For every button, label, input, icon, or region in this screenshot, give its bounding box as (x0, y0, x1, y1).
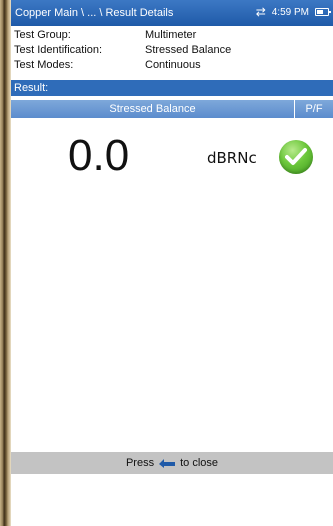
measurement-value: 0.0 (68, 131, 130, 180)
back-arrow-icon (158, 458, 176, 468)
breadcrumb-title[interactable]: Copper Main \ ... \ Result Details (15, 7, 173, 19)
test-info: Test Group: Multimeter Test Identificati… (11, 28, 333, 73)
result-table-header: Stressed Balance P/F (11, 100, 333, 118)
check-pass-icon (279, 140, 313, 174)
status-area: ⇄ 4:59 PM (255, 5, 331, 19)
info-value: Continuous (145, 59, 201, 71)
close-hint-press: Press (125, 457, 155, 469)
clock: 4:59 PM (271, 6, 309, 18)
info-value: Stressed Balance (145, 44, 232, 56)
result-header: Result: (11, 80, 333, 96)
info-row: Test Modes: Continuous (11, 58, 333, 73)
screen: Copper Main \ ... \ Result Details ⇄ 4:5… (11, 0, 333, 526)
close-hint-text: to close (180, 457, 219, 469)
close-hint: Press to close (11, 452, 333, 474)
sync-arrows-icon: ⇄ (255, 5, 266, 19)
measurement-unit: dBRNc (207, 149, 257, 167)
close-hint-bar[interactable]: Press to close (11, 452, 333, 474)
result-label: Result: (14, 82, 49, 94)
device-bezel (0, 0, 11, 526)
column-header-pf: P/F (305, 103, 323, 115)
column-header-test: Stressed Balance (11, 100, 295, 118)
battery-icon (315, 8, 331, 16)
info-label: Test Modes: (14, 59, 74, 71)
info-label: Test Identification: (14, 44, 103, 56)
info-row: Test Identification: Stressed Balance (11, 43, 333, 58)
info-label: Test Group: (14, 29, 71, 41)
info-row: Test Group: Multimeter (11, 28, 333, 43)
info-value: Multimeter (145, 29, 197, 41)
title-bar: Copper Main \ ... \ Result Details ⇄ 4:5… (11, 0, 333, 26)
